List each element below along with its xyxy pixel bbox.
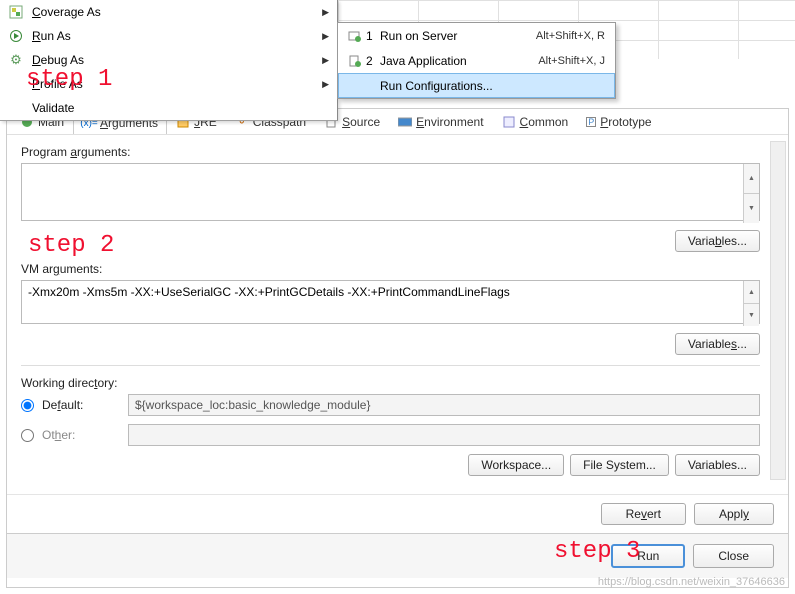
workspace-button[interactable]: Workspace... (468, 454, 564, 476)
submenu-arrow-icon: ▶ (322, 31, 333, 42)
vm-arguments-input[interactable] (21, 280, 760, 324)
tab-environment[interactable]: Environment (389, 110, 492, 133)
submenu-item-number: 2 (366, 54, 380, 68)
program-args-variables-button[interactable]: Variables... (675, 230, 760, 252)
file-system-button[interactable]: File System... (570, 454, 669, 476)
default-radio[interactable] (21, 399, 34, 412)
ctx-item-label: Validate (26, 101, 333, 115)
ctx-item-label: Debug As (26, 53, 322, 67)
tab-prototype[interactable]: P Prototype (577, 110, 660, 133)
program-arguments-label: Program arguments: (21, 145, 760, 159)
common-icon (502, 115, 516, 129)
working-directory-section: Working directory: Default: Other: Works… (21, 365, 760, 476)
working-directory-label: Working directory: (21, 376, 760, 390)
submenu-item-label: Run on Server (380, 29, 536, 43)
run-as-submenu: 1 Run on Server Alt+Shift+X, R 2 Java Ap… (337, 22, 616, 99)
tab-label: Environment (416, 115, 483, 129)
button-label: Variables... (688, 234, 747, 248)
textarea-scroll[interactable]: ▲▼ (743, 281, 759, 326)
ctx-item-run-as[interactable]: Run As ▶ (0, 24, 337, 48)
bug-icon: ⚙ (6, 52, 26, 68)
coverage-icon (6, 5, 26, 19)
other-radio[interactable] (21, 429, 34, 442)
environment-icon (398, 115, 412, 129)
ctx-item-label: Coverage As (26, 5, 322, 19)
tab-label: Prototype (600, 115, 651, 129)
submenu-arrow-icon: ▶ (322, 79, 333, 90)
close-button[interactable]: Close (693, 544, 774, 568)
button-label: Revert (626, 507, 661, 521)
context-menu: Coverage As ▶ Run As ▶ ⚙ Debug As ▶ Prof… (0, 0, 338, 121)
submenu-arrow-icon: ▶ (322, 7, 333, 18)
submenu-item-run-on-server[interactable]: 1 Run on Server Alt+Shift+X, R (338, 23, 615, 48)
program-arguments-input[interactable] (21, 163, 760, 221)
vm-arguments-label: VM arguments: (21, 262, 760, 276)
run-icon (6, 30, 26, 42)
tab-label: Source (342, 115, 380, 129)
dialog-footer-run: Run Close (7, 533, 788, 578)
ctx-item-validate[interactable]: Validate (0, 96, 337, 120)
submenu-item-label: Java Application (380, 54, 538, 68)
tab-common[interactable]: Common (493, 110, 578, 133)
ctx-item-coverage-as[interactable]: Coverage As ▶ (0, 0, 337, 24)
default-directory-input (128, 394, 760, 416)
submenu-arrow-icon: ▶ (322, 55, 333, 66)
java-app-icon (344, 54, 366, 68)
submenu-item-run-configurations[interactable]: Run Configurations... (338, 73, 615, 98)
wd-variables-button[interactable]: Variables... (675, 454, 760, 476)
annotation-step-1: step 1 (26, 66, 112, 93)
annotation-step-3: step 3 (554, 538, 640, 565)
dialog-footer-apply: Revert Apply (7, 494, 788, 533)
button-label: Variables... (688, 337, 747, 351)
watermark: https://blog.csdn.net/weixin_37646636 (598, 576, 785, 588)
other-radio-label: Other: (42, 428, 122, 442)
run-configurations-dialog: Main (x)=Arguments JRE ⚬Classpath Source… (6, 108, 789, 588)
default-radio-label: Default: (42, 398, 122, 412)
annotation-step-2: step 2 (28, 232, 114, 259)
revert-button[interactable]: Revert (601, 503, 686, 525)
vm-args-variables-button[interactable]: Variables... (675, 333, 760, 355)
prototype-icon: P (586, 117, 596, 127)
textarea-scroll[interactable]: ▲▼ (743, 164, 759, 223)
submenu-item-shortcut: Alt+Shift+X, J (538, 55, 605, 67)
submenu-item-number: 1 (366, 29, 380, 43)
server-icon (344, 29, 366, 43)
ctx-item-label: Run As (26, 29, 322, 43)
tab-label: Common (520, 115, 569, 129)
other-directory-input[interactable] (128, 424, 760, 446)
button-label: Apply (719, 507, 749, 521)
submenu-item-shortcut: Alt+Shift+X, R (536, 30, 605, 42)
submenu-item-java-application[interactable]: 2 Java Application Alt+Shift+X, J (338, 48, 615, 73)
pane-scrollbar[interactable] (770, 141, 786, 480)
arguments-pane: Program arguments: ▲▼ Variables... VM ar… (7, 135, 788, 486)
apply-button[interactable]: Apply (694, 503, 774, 525)
submenu-item-label: Run Configurations... (366, 79, 605, 93)
